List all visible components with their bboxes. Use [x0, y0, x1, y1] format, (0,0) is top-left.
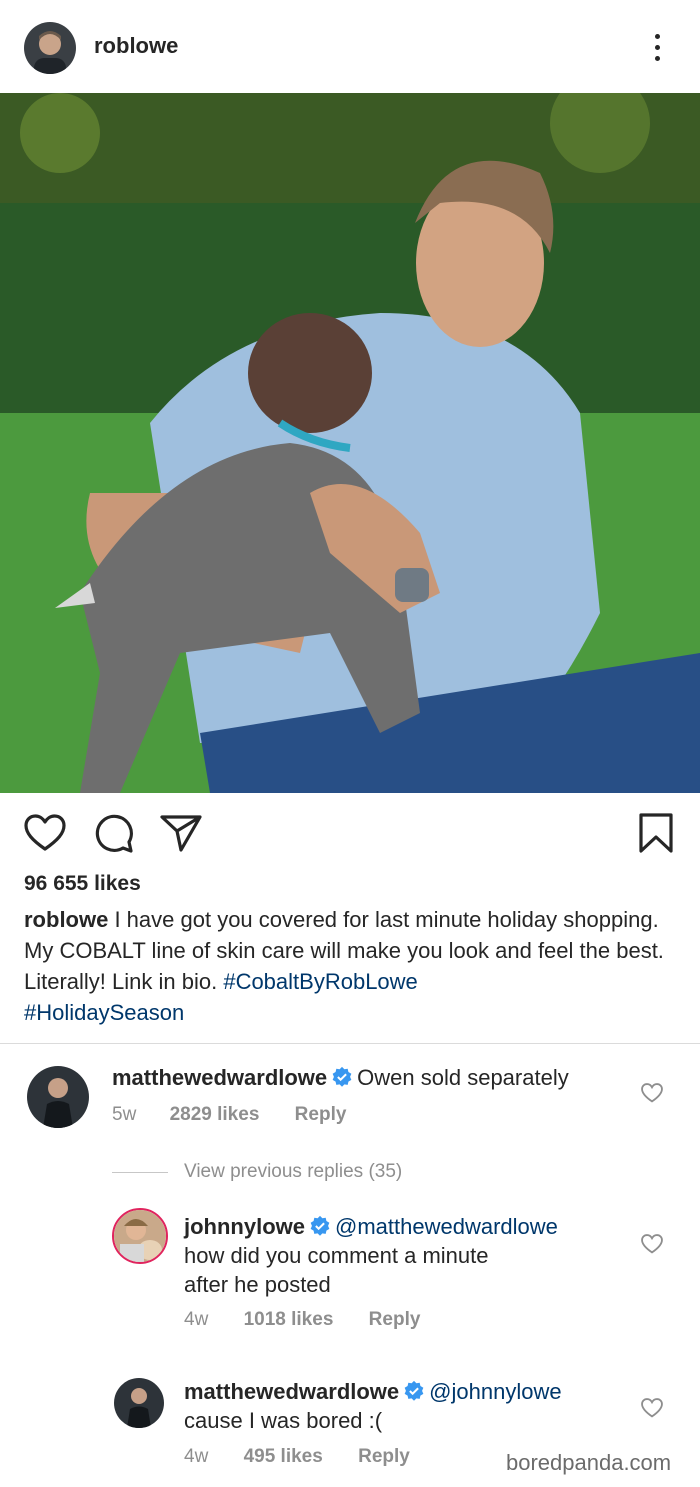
comment-meta: 5w 2829 likes Reply	[112, 1104, 346, 1126]
comment-likes[interactable]: 1018 likes	[244, 1309, 334, 1330]
reply-button[interactable]: Reply	[295, 1104, 347, 1125]
reply-comment: johnnylowe @matthewedwardlowe how did you…	[184, 1212, 614, 1299]
comment-meta: 4w 495 likes Reply	[184, 1446, 410, 1468]
mention-link[interactable]: @matthewedwardlowe	[335, 1214, 558, 1239]
comment-meta: 4w 1018 likes Reply	[184, 1309, 420, 1331]
comment-text: how did you comment a minute after he po…	[184, 1243, 489, 1297]
profile-avatar[interactable]	[24, 22, 76, 74]
comment-heart-icon[interactable]	[641, 1083, 663, 1105]
reply-avatar[interactable]	[112, 1208, 168, 1264]
paper-plane-icon[interactable]	[160, 813, 202, 858]
caption-username[interactable]: roblowe	[24, 907, 108, 932]
mention-link[interactable]: @johnnylowe	[429, 1379, 561, 1404]
heart-icon[interactable]	[24, 814, 66, 857]
comment-age: 4w	[184, 1446, 209, 1467]
watermark: boredpanda.com	[506, 1450, 672, 1475]
post-caption: roblowe I have got you covered for last …	[24, 904, 674, 1028]
post-actions	[0, 810, 700, 854]
reply-comment: matthewedwardlowe @johnnylowe cause I was…	[184, 1377, 614, 1435]
view-previous-replies-button[interactable]: View previous replies (35)	[184, 1161, 402, 1183]
replies-divider-line	[112, 1172, 168, 1173]
verified-badge-icon	[404, 1380, 424, 1401]
comment-avatar[interactable]	[27, 1066, 89, 1128]
hashtag-link[interactable]: #HolidaySeason	[24, 1000, 184, 1025]
post-photo[interactable]	[0, 93, 700, 793]
likes-count[interactable]: 96 655 likes	[24, 872, 141, 896]
post-username[interactable]: roblowe	[94, 33, 178, 59]
bookmark-icon[interactable]	[638, 812, 674, 859]
comment-likes[interactable]: 495 likes	[244, 1446, 323, 1467]
reply-avatar[interactable]	[114, 1378, 164, 1428]
more-vertical-icon[interactable]	[648, 30, 668, 66]
divider	[0, 1043, 700, 1044]
comment: matthewedwardlowe Owen sold separately	[112, 1063, 632, 1092]
post-header: roblowe	[0, 0, 700, 93]
comment-username[interactable]: matthewedwardlowe	[184, 1379, 399, 1404]
comment-age: 5w	[112, 1104, 137, 1125]
comment-heart-icon[interactable]	[641, 1398, 663, 1420]
comment-username[interactable]: johnnylowe	[184, 1214, 305, 1239]
reply-button[interactable]: Reply	[358, 1446, 410, 1467]
comment-text: cause I was bored :(	[184, 1408, 383, 1433]
comment-likes[interactable]: 2829 likes	[170, 1104, 260, 1125]
verified-badge-icon	[310, 1215, 330, 1236]
comment-text: Owen sold separately	[357, 1065, 569, 1090]
comment-username[interactable]: matthewedwardlowe	[112, 1065, 327, 1090]
comment-bubble-icon[interactable]	[94, 813, 134, 858]
hashtag-link[interactable]: #CobaltByRobLowe	[223, 969, 417, 994]
comment-heart-icon[interactable]	[641, 1234, 663, 1256]
verified-badge-icon	[332, 1066, 352, 1087]
comment-age: 4w	[184, 1309, 209, 1330]
reply-button[interactable]: Reply	[369, 1309, 421, 1330]
